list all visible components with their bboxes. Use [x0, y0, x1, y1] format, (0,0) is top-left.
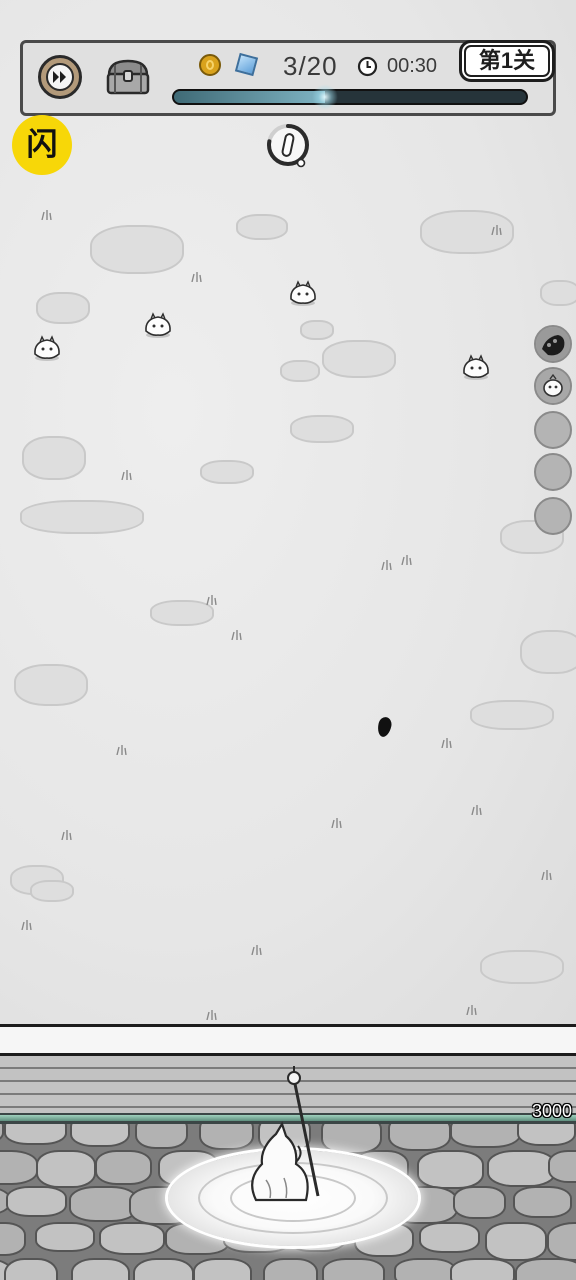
grass-tuft: [116, 745, 127, 755]
wave-progress-fill: [174, 91, 326, 103]
ground-stone: [22, 436, 86, 480]
cobblestone: [0, 1222, 26, 1257]
cobblestone: [416, 1150, 485, 1189]
ground-stone: [540, 280, 576, 306]
grass-tuft: [331, 818, 342, 828]
ground-stone: [280, 360, 320, 382]
cobblestone: [68, 1186, 138, 1222]
grass-tuft: [401, 555, 412, 565]
cobblestone: [36, 1150, 97, 1188]
defense-wall: [0, 1024, 576, 1056]
cobblestone: [70, 1258, 131, 1280]
shadow-skill-icon: [536, 327, 570, 361]
skill-slot-5[interactable]: [534, 497, 572, 535]
clock-icon: [357, 56, 378, 77]
cooldown-timer[interactable]: [264, 121, 314, 171]
cobblestone: [95, 1150, 152, 1185]
grass-tuft: [251, 945, 262, 955]
ground-stone: [36, 292, 90, 324]
gold-coin-icon: [199, 54, 221, 76]
grass-tuft: [471, 805, 482, 815]
ground-stone: [200, 460, 254, 484]
grass-tuft: [206, 1010, 217, 1020]
cobblestone: [98, 1222, 166, 1256]
cobblestone: [4, 1124, 67, 1145]
white-blob-enemy[interactable]: [460, 353, 492, 381]
treasure-chest-icon[interactable]: [103, 57, 153, 97]
grass-tuft: [231, 630, 242, 640]
cobblestone: [134, 1124, 189, 1149]
base-hp-value: 3000: [531, 1101, 572, 1121]
cobblestone: [393, 1258, 456, 1280]
ground-stone: [480, 950, 564, 984]
cobblestone: [449, 1124, 522, 1149]
cobblestone: [547, 1150, 576, 1184]
cobblestone: [484, 1222, 547, 1262]
cobblestone: [69, 1124, 131, 1147]
grass-tuft: [441, 738, 452, 748]
wave-counter: 3/20: [283, 51, 338, 81]
white-blob-enemy[interactable]: [287, 279, 319, 307]
ground-stone: [14, 664, 88, 706]
blob-skill-icon: [536, 369, 570, 403]
grass-tuft: [21, 920, 32, 930]
ground-stone: [322, 340, 396, 378]
cobblestone: [487, 1150, 557, 1188]
cobblestone: [4, 1258, 58, 1280]
level-label: 第1关: [459, 40, 555, 82]
game-scene: 3/20 00:30 第1关 闪 3000: [0, 0, 576, 1280]
ground-stone: [20, 500, 144, 534]
grass-tuft: [491, 225, 502, 235]
cobblestone: [512, 1186, 572, 1219]
ground-stone: [90, 225, 184, 274]
fast-forward-button[interactable]: [38, 55, 82, 99]
cobblestone: [34, 1222, 96, 1253]
skill-slot-1[interactable]: [534, 325, 572, 363]
cobblestone: [0, 1150, 39, 1185]
wave-progress-bar: [172, 89, 528, 105]
cobblestone: [517, 1124, 576, 1146]
grass-tuft: [41, 210, 52, 220]
cobblestone: [262, 1258, 318, 1280]
wave-progress-glow: [312, 84, 339, 110]
hooded-mage-icon: [251, 1121, 309, 1202]
cobblestone: [449, 1258, 515, 1280]
grass-tuft: [191, 272, 202, 282]
skill-slot-3[interactable]: [534, 411, 572, 449]
wave-timer: 00:30: [387, 55, 438, 77]
cobblestone: [419, 1222, 480, 1254]
grass-tuft: [61, 830, 72, 840]
cobblestone: [133, 1258, 194, 1280]
ground-stone: [30, 880, 74, 902]
cobblestone: [322, 1258, 385, 1280]
grass-tuft: [206, 595, 217, 605]
grass-tuft: [541, 870, 552, 880]
cobblestone: [192, 1258, 252, 1280]
cobblestone: [388, 1124, 452, 1151]
white-blob-enemy[interactable]: [31, 334, 63, 362]
grass-tuft: [121, 470, 132, 480]
cobblestone: [515, 1258, 576, 1280]
ground-stone: [470, 700, 554, 730]
ground-stone: [290, 415, 354, 443]
cobblestone: [546, 1222, 576, 1261]
white-blob-enemy[interactable]: [142, 311, 174, 339]
hero-mage[interactable]: [232, 1062, 342, 1212]
ground-stone: [236, 214, 288, 240]
skill-slot-2[interactable]: [534, 367, 572, 405]
flash-button[interactable]: 闪: [12, 115, 72, 175]
skill-slot-4[interactable]: [534, 453, 572, 491]
ground-stone: [520, 630, 576, 674]
fast-forward-icon: [46, 63, 74, 91]
cobblestone: [452, 1186, 506, 1219]
ground-stone: [300, 320, 334, 340]
grass-tuft: [381, 560, 392, 570]
cobblestone: [5, 1186, 67, 1217]
grass-tuft: [466, 1005, 477, 1015]
